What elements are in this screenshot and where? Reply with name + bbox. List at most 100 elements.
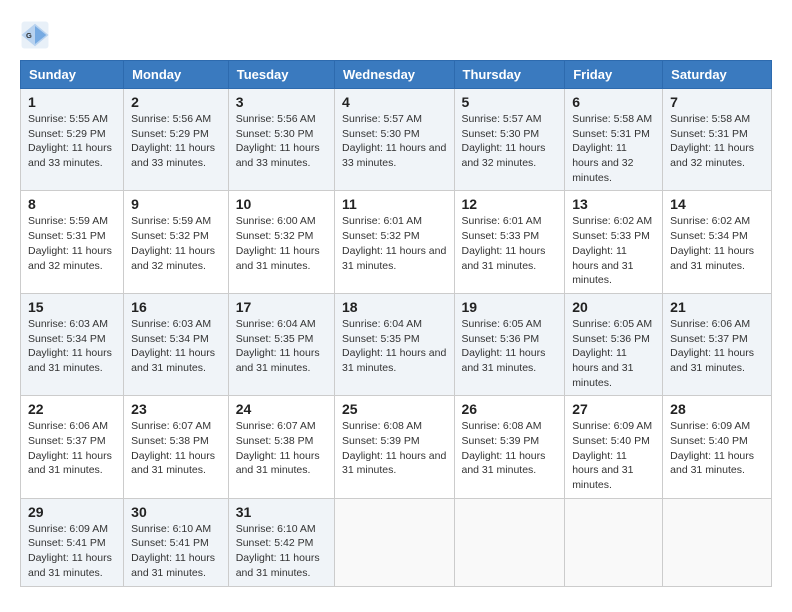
calendar-cell: 30 Sunrise: 6:10 AM Sunset: 5:41 PM Dayl… bbox=[124, 498, 229, 586]
day-info: Sunrise: 5:55 AM Sunset: 5:29 PM Dayligh… bbox=[28, 112, 116, 171]
col-header-thursday: Thursday bbox=[454, 61, 565, 89]
day-info: Sunrise: 6:09 AM Sunset: 5:40 PM Dayligh… bbox=[572, 419, 655, 492]
calendar-cell bbox=[565, 498, 663, 586]
page-header: G bbox=[20, 20, 772, 50]
day-number: 11 bbox=[342, 196, 446, 212]
day-info: Sunrise: 6:09 AM Sunset: 5:40 PM Dayligh… bbox=[670, 419, 764, 478]
calendar-cell: 12 Sunrise: 6:01 AM Sunset: 5:33 PM Dayl… bbox=[454, 191, 565, 293]
day-info: Sunrise: 5:56 AM Sunset: 5:29 PM Dayligh… bbox=[131, 112, 221, 171]
day-info: Sunrise: 6:10 AM Sunset: 5:41 PM Dayligh… bbox=[131, 522, 221, 581]
day-info: Sunrise: 6:04 AM Sunset: 5:35 PM Dayligh… bbox=[342, 317, 446, 376]
day-info: Sunrise: 6:05 AM Sunset: 5:36 PM Dayligh… bbox=[462, 317, 558, 376]
calendar-cell: 27 Sunrise: 6:09 AM Sunset: 5:40 PM Dayl… bbox=[565, 396, 663, 498]
day-info: Sunrise: 6:08 AM Sunset: 5:39 PM Dayligh… bbox=[462, 419, 558, 478]
day-info: Sunrise: 6:07 AM Sunset: 5:38 PM Dayligh… bbox=[236, 419, 327, 478]
day-info: Sunrise: 5:57 AM Sunset: 5:30 PM Dayligh… bbox=[462, 112, 558, 171]
calendar-cell: 28 Sunrise: 6:09 AM Sunset: 5:40 PM Dayl… bbox=[663, 396, 772, 498]
day-info: Sunrise: 5:58 AM Sunset: 5:31 PM Dayligh… bbox=[670, 112, 764, 171]
day-number: 15 bbox=[28, 299, 116, 315]
calendar-week-3: 15 Sunrise: 6:03 AM Sunset: 5:34 PM Dayl… bbox=[21, 293, 772, 395]
calendar-cell: 13 Sunrise: 6:02 AM Sunset: 5:33 PM Dayl… bbox=[565, 191, 663, 293]
day-info: Sunrise: 6:06 AM Sunset: 5:37 PM Dayligh… bbox=[28, 419, 116, 478]
day-number: 19 bbox=[462, 299, 558, 315]
calendar-cell bbox=[663, 498, 772, 586]
calendar-cell: 29 Sunrise: 6:09 AM Sunset: 5:41 PM Dayl… bbox=[21, 498, 124, 586]
calendar-cell: 7 Sunrise: 5:58 AM Sunset: 5:31 PM Dayli… bbox=[663, 89, 772, 191]
day-info: Sunrise: 5:57 AM Sunset: 5:30 PM Dayligh… bbox=[342, 112, 446, 171]
calendar-cell: 1 Sunrise: 5:55 AM Sunset: 5:29 PM Dayli… bbox=[21, 89, 124, 191]
calendar-cell: 8 Sunrise: 5:59 AM Sunset: 5:31 PM Dayli… bbox=[21, 191, 124, 293]
calendar-cell: 24 Sunrise: 6:07 AM Sunset: 5:38 PM Dayl… bbox=[228, 396, 334, 498]
day-info: Sunrise: 6:08 AM Sunset: 5:39 PM Dayligh… bbox=[342, 419, 446, 478]
day-info: Sunrise: 6:01 AM Sunset: 5:32 PM Dayligh… bbox=[342, 214, 446, 273]
svg-text:G: G bbox=[26, 31, 32, 40]
day-number: 4 bbox=[342, 94, 446, 110]
day-info: Sunrise: 6:01 AM Sunset: 5:33 PM Dayligh… bbox=[462, 214, 558, 273]
day-number: 5 bbox=[462, 94, 558, 110]
calendar-cell: 14 Sunrise: 6:02 AM Sunset: 5:34 PM Dayl… bbox=[663, 191, 772, 293]
calendar-cell: 15 Sunrise: 6:03 AM Sunset: 5:34 PM Dayl… bbox=[21, 293, 124, 395]
logo-icon: G bbox=[20, 20, 50, 50]
calendar-cell: 23 Sunrise: 6:07 AM Sunset: 5:38 PM Dayl… bbox=[124, 396, 229, 498]
day-number: 27 bbox=[572, 401, 655, 417]
day-info: Sunrise: 5:59 AM Sunset: 5:32 PM Dayligh… bbox=[131, 214, 221, 273]
calendar-cell bbox=[335, 498, 454, 586]
calendar-cell: 2 Sunrise: 5:56 AM Sunset: 5:29 PM Dayli… bbox=[124, 89, 229, 191]
day-number: 8 bbox=[28, 196, 116, 212]
day-number: 23 bbox=[131, 401, 221, 417]
day-info: Sunrise: 6:03 AM Sunset: 5:34 PM Dayligh… bbox=[131, 317, 221, 376]
day-number: 29 bbox=[28, 504, 116, 520]
calendar-cell: 25 Sunrise: 6:08 AM Sunset: 5:39 PM Dayl… bbox=[335, 396, 454, 498]
day-number: 24 bbox=[236, 401, 327, 417]
col-header-monday: Monday bbox=[124, 61, 229, 89]
day-number: 21 bbox=[670, 299, 764, 315]
day-number: 31 bbox=[236, 504, 327, 520]
col-header-friday: Friday bbox=[565, 61, 663, 89]
day-number: 2 bbox=[131, 94, 221, 110]
col-header-wednesday: Wednesday bbox=[335, 61, 454, 89]
calendar-week-5: 29 Sunrise: 6:09 AM Sunset: 5:41 PM Dayl… bbox=[21, 498, 772, 586]
day-info: Sunrise: 6:07 AM Sunset: 5:38 PM Dayligh… bbox=[131, 419, 221, 478]
day-number: 9 bbox=[131, 196, 221, 212]
calendar-week-1: 1 Sunrise: 5:55 AM Sunset: 5:29 PM Dayli… bbox=[21, 89, 772, 191]
col-header-saturday: Saturday bbox=[663, 61, 772, 89]
day-number: 1 bbox=[28, 94, 116, 110]
header-row: SundayMondayTuesdayWednesdayThursdayFrid… bbox=[21, 61, 772, 89]
day-info: Sunrise: 6:09 AM Sunset: 5:41 PM Dayligh… bbox=[28, 522, 116, 581]
calendar-table: SundayMondayTuesdayWednesdayThursdayFrid… bbox=[20, 60, 772, 587]
day-number: 13 bbox=[572, 196, 655, 212]
day-number: 18 bbox=[342, 299, 446, 315]
calendar-cell bbox=[454, 498, 565, 586]
calendar-cell: 17 Sunrise: 6:04 AM Sunset: 5:35 PM Dayl… bbox=[228, 293, 334, 395]
calendar-cell: 4 Sunrise: 5:57 AM Sunset: 5:30 PM Dayli… bbox=[335, 89, 454, 191]
day-info: Sunrise: 6:02 AM Sunset: 5:34 PM Dayligh… bbox=[670, 214, 764, 273]
day-number: 12 bbox=[462, 196, 558, 212]
calendar-cell: 18 Sunrise: 6:04 AM Sunset: 5:35 PM Dayl… bbox=[335, 293, 454, 395]
day-info: Sunrise: 6:05 AM Sunset: 5:36 PM Dayligh… bbox=[572, 317, 655, 390]
day-info: Sunrise: 6:10 AM Sunset: 5:42 PM Dayligh… bbox=[236, 522, 327, 581]
day-number: 3 bbox=[236, 94, 327, 110]
day-number: 20 bbox=[572, 299, 655, 315]
col-header-tuesday: Tuesday bbox=[228, 61, 334, 89]
calendar-week-2: 8 Sunrise: 5:59 AM Sunset: 5:31 PM Dayli… bbox=[21, 191, 772, 293]
day-number: 16 bbox=[131, 299, 221, 315]
day-number: 22 bbox=[28, 401, 116, 417]
calendar-cell: 20 Sunrise: 6:05 AM Sunset: 5:36 PM Dayl… bbox=[565, 293, 663, 395]
logo: G bbox=[20, 20, 54, 50]
day-info: Sunrise: 6:04 AM Sunset: 5:35 PM Dayligh… bbox=[236, 317, 327, 376]
calendar-week-4: 22 Sunrise: 6:06 AM Sunset: 5:37 PM Dayl… bbox=[21, 396, 772, 498]
day-number: 17 bbox=[236, 299, 327, 315]
calendar-cell: 5 Sunrise: 5:57 AM Sunset: 5:30 PM Dayli… bbox=[454, 89, 565, 191]
day-info: Sunrise: 5:56 AM Sunset: 5:30 PM Dayligh… bbox=[236, 112, 327, 171]
calendar-cell: 10 Sunrise: 6:00 AM Sunset: 5:32 PM Dayl… bbox=[228, 191, 334, 293]
calendar-cell: 6 Sunrise: 5:58 AM Sunset: 5:31 PM Dayli… bbox=[565, 89, 663, 191]
calendar-cell: 3 Sunrise: 5:56 AM Sunset: 5:30 PM Dayli… bbox=[228, 89, 334, 191]
col-header-sunday: Sunday bbox=[21, 61, 124, 89]
day-info: Sunrise: 6:06 AM Sunset: 5:37 PM Dayligh… bbox=[670, 317, 764, 376]
day-number: 26 bbox=[462, 401, 558, 417]
day-info: Sunrise: 6:00 AM Sunset: 5:32 PM Dayligh… bbox=[236, 214, 327, 273]
day-number: 7 bbox=[670, 94, 764, 110]
day-info: Sunrise: 6:02 AM Sunset: 5:33 PM Dayligh… bbox=[572, 214, 655, 287]
calendar-cell: 21 Sunrise: 6:06 AM Sunset: 5:37 PM Dayl… bbox=[663, 293, 772, 395]
calendar-cell: 16 Sunrise: 6:03 AM Sunset: 5:34 PM Dayl… bbox=[124, 293, 229, 395]
